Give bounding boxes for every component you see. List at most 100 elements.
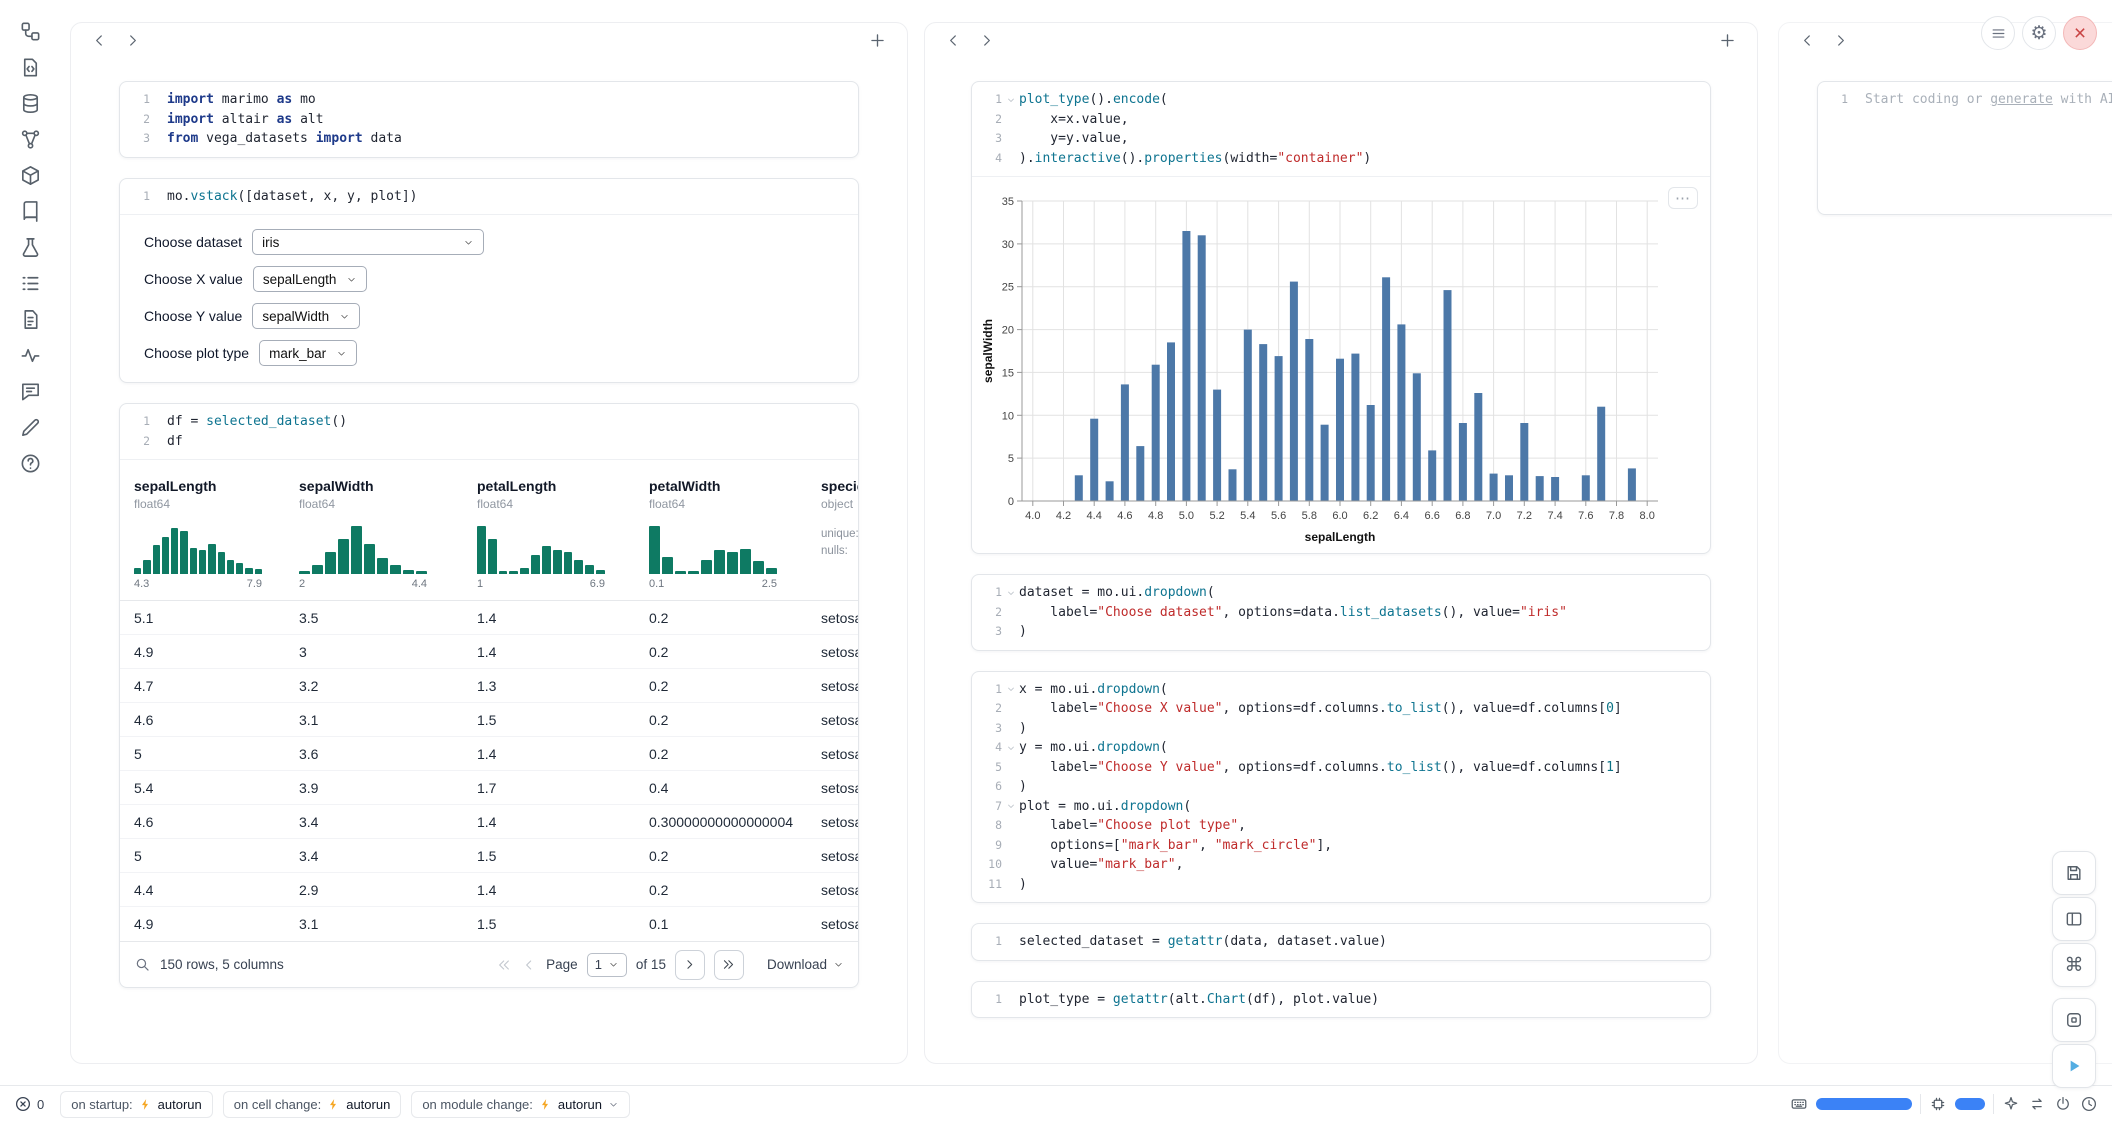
column-header-sepalWidth[interactable]: sepalWidthfloat6424.4 <box>299 476 477 590</box>
table-row[interactable]: 4.73.21.30.2setosa <box>120 669 858 703</box>
table-row[interactable]: 4.42.91.40.2setosa <box>120 873 858 907</box>
plot-type-dropdown[interactable]: mark_bar <box>259 340 357 366</box>
cell-xy-plot-dropdowns[interactable]: 1x = mo.ui.dropdown(2 label="Choose X va… <box>971 671 1711 904</box>
code-line[interactable]: 3) <box>972 719 1710 739</box>
table-row[interactable]: 4.93.11.50.1setosa <box>120 907 858 941</box>
clock-icon[interactable] <box>2080 1095 2098 1113</box>
code-line[interactable]: 3from vega_datasets import data <box>120 129 858 149</box>
code-line[interactable]: 2import altair as alt <box>120 110 858 130</box>
download-button[interactable]: Download <box>767 957 844 972</box>
fold-icon[interactable] <box>1002 684 1019 694</box>
code-line[interactable]: 4y = mo.ui.dropdown( <box>972 738 1710 758</box>
table-row[interactable]: 5.43.91.70.4setosa <box>120 771 858 805</box>
cell-plot[interactable]: 1plot_type().encode(2 x=x.value,3 y=y.va… <box>971 81 1711 554</box>
code-line[interactable]: 1plot_type = getattr(alt.Chart(df), plot… <box>972 990 1710 1010</box>
cell-imports[interactable]: 1import marimo as mo2import altair as al… <box>119 81 859 158</box>
code-line[interactable]: 1x = mo.ui.dropdown( <box>972 680 1710 700</box>
code-line[interactable]: 1df = selected_dataset() <box>120 412 858 432</box>
menu-button[interactable] <box>1981 16 2015 50</box>
first-page-button[interactable] <box>496 957 512 973</box>
code-line[interactable]: 3) <box>972 622 1710 642</box>
package-icon[interactable] <box>19 164 42 187</box>
chat-icon[interactable] <box>19 380 42 403</box>
code-line[interactable]: 7plot = mo.ui.dropdown( <box>972 797 1710 817</box>
code-line[interactable]: 1 Start coding or generate with AI <box>1818 90 2112 110</box>
cell-plot-type[interactable]: 1plot_type = getattr(alt.Chart(df), plot… <box>971 981 1711 1019</box>
code-line[interactable]: 5 label="Choose Y value", options=df.col… <box>972 758 1710 778</box>
column-left-prev-button[interactable] <box>91 32 108 49</box>
new-cell[interactable]: 1 Start coding or generate with AI <box>1817 81 2112 215</box>
page-select[interactable]: 1 <box>587 953 627 977</box>
table-row[interactable]: 4.63.41.40.30000000000000004setosa <box>120 805 858 839</box>
table-row[interactable]: 53.41.50.2setosa <box>120 839 858 873</box>
column-middle-next-button[interactable] <box>978 32 995 49</box>
layout-button[interactable] <box>2052 897 2096 941</box>
close-button[interactable]: × <box>2063 16 2097 50</box>
table-row[interactable]: 4.63.11.50.2setosa <box>120 703 858 737</box>
autorun-segment[interactable]: on startup:autorun <box>60 1091 213 1118</box>
table-search-icon[interactable] <box>134 956 151 973</box>
column-header-sepalLength[interactable]: sepalLengthfloat644.37.9 <box>134 476 299 590</box>
ai-icon[interactable] <box>2002 1095 2020 1113</box>
fold-icon[interactable] <box>1002 743 1019 753</box>
file-code-icon[interactable] <box>19 56 42 79</box>
logs-icon[interactable] <box>19 272 42 295</box>
code-line[interactable]: 2 label="Choose dataset", options=data.l… <box>972 603 1710 623</box>
cell-dataset-dropdown[interactable]: 1dataset = mo.ui.dropdown(2 label="Choos… <box>971 574 1711 651</box>
column-header-species[interactable]: speciesobjectunique:nulls: <box>821 476 858 590</box>
code-line[interactable]: 2 x=x.value, <box>972 110 1710 130</box>
column-left-next-button[interactable] <box>124 32 141 49</box>
code-line[interactable]: 1selected_dataset = getattr(data, datase… <box>972 932 1710 952</box>
database-icon[interactable] <box>19 92 42 115</box>
fold-icon[interactable] <box>1002 801 1019 811</box>
code-line[interactable]: 2df <box>120 432 858 452</box>
column-header-petalLength[interactable]: petalLengthfloat6416.9 <box>477 476 649 590</box>
code-line[interactable]: 10 value="mark_bar", <box>972 855 1710 875</box>
cell-vstack[interactable]: 1mo.vstack([dataset, x, y, plot]) Choose… <box>119 178 859 384</box>
save-button[interactable] <box>2052 851 2096 895</box>
x-value-dropdown[interactable]: sepalLength <box>253 266 368 292</box>
command-button[interactable]: ⌘ <box>2052 943 2096 987</box>
code-line[interactable]: 1dataset = mo.ui.dropdown( <box>972 583 1710 603</box>
column-header-petalWidth[interactable]: petalWidthfloat640.12.5 <box>649 476 821 590</box>
next-page-button[interactable] <box>675 950 705 980</box>
fold-icon[interactable] <box>1002 95 1019 105</box>
add-cell-button[interactable] <box>868 31 887 50</box>
cell-selected-dataset[interactable]: 1selected_dataset = getattr(data, datase… <box>971 923 1711 961</box>
flask-icon[interactable] <box>19 236 42 259</box>
gear-button[interactable]: ⚙ <box>2022 16 2056 50</box>
generate-with-ai-link[interactable]: generate <box>1990 92 2053 107</box>
code-line[interactable]: 4).interactive().properties(width="conta… <box>972 149 1710 169</box>
power-icon[interactable] <box>2054 1095 2072 1113</box>
code-line[interactable]: 1mo.vstack([dataset, x, y, plot]) <box>120 187 858 207</box>
table-row[interactable]: 53.61.40.2setosa <box>120 737 858 771</box>
memory-icon[interactable] <box>1929 1095 1947 1113</box>
document-icon[interactable] <box>19 308 42 331</box>
book-icon[interactable] <box>19 200 42 223</box>
prev-page-button[interactable] <box>521 957 537 973</box>
keyboard-icon[interactable] <box>1790 1095 1808 1113</box>
dataset-dropdown[interactable]: iris <box>252 229 484 255</box>
column-right-next-button[interactable] <box>1832 32 1849 49</box>
code-line[interactable]: 1plot_type().encode( <box>972 90 1710 110</box>
file-tree-icon[interactable] <box>19 20 42 43</box>
run-button[interactable] <box>2052 1044 2096 1088</box>
fold-icon[interactable] <box>1002 588 1019 598</box>
altair-bar-chart[interactable]: 4.04.24.44.64.85.05.25.45.65.86.06.26.46… <box>980 189 1670 549</box>
code-line[interactable]: 6) <box>972 777 1710 797</box>
last-page-button[interactable] <box>714 950 744 980</box>
code-line[interactable]: 1import marimo as mo <box>120 90 858 110</box>
table-row[interactable]: 5.13.51.40.2setosa <box>120 601 858 635</box>
table-row[interactable]: 4.931.40.2setosa <box>120 635 858 669</box>
graph-icon[interactable] <box>19 128 42 151</box>
help-icon[interactable] <box>19 452 42 475</box>
code-line[interactable]: 9 options=["mark_bar", "mark_circle"], <box>972 836 1710 856</box>
swap-icon[interactable] <box>2028 1095 2046 1113</box>
frame-button[interactable] <box>2052 998 2096 1042</box>
activity-icon[interactable] <box>19 344 42 367</box>
error-indicator[interactable]: 0 <box>14 1095 44 1113</box>
chart-actions-button[interactable]: ⋯ <box>1668 187 1698 209</box>
column-middle-prev-button[interactable] <box>945 32 962 49</box>
cell-dataframe[interactable]: 1df = selected_dataset()2df sepalLengthf… <box>119 403 859 988</box>
code-line[interactable]: 11) <box>972 875 1710 895</box>
